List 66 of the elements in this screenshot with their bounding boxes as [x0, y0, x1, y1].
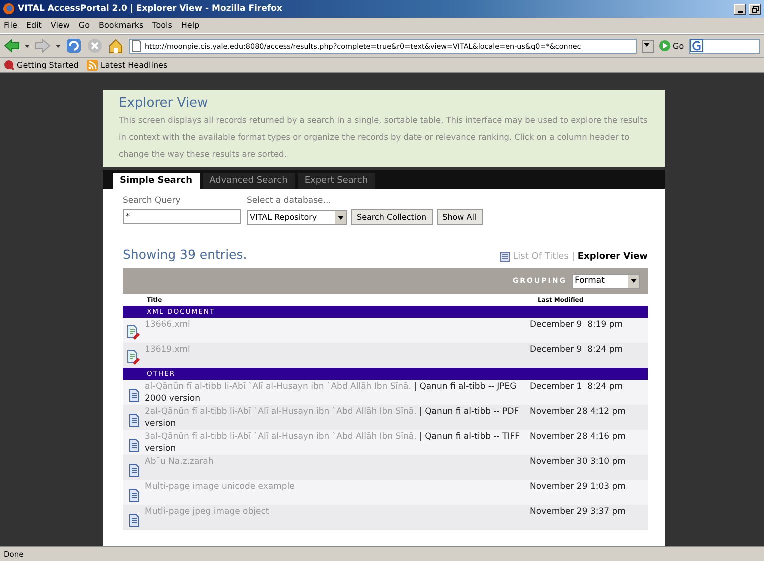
field-label: Select a database... [247, 196, 332, 206]
database-select[interactable]: VITAL Repository [247, 210, 347, 225]
menu-item[interactable]: Go [78, 21, 90, 30]
bookmark-link[interactable]: Latest Headlines [86, 60, 168, 70]
modified-date: November 29 3:37 pm [530, 506, 627, 519]
view-link[interactable]: Explorer View [578, 252, 648, 262]
bookmark-link[interactable]: Getting Started [4, 60, 79, 70]
reload-icon[interactable] [66, 38, 82, 54]
go-button[interactable]: Go [659, 40, 684, 52]
document-icon [128, 389, 140, 402]
search-button[interactable]: Search Collection [351, 209, 433, 225]
window-title: VITAL AccessPortal 2.0 | Explorer View - Mozilla Firefox [18, 4, 282, 14]
caret-icon [338, 216, 344, 220]
document-edit-icon [127, 350, 141, 365]
modified-date: November 28 4:16 pm [530, 431, 627, 444]
document-edit-icon [127, 325, 141, 340]
page-description: This screen displays all records returned by a search in a single, sortable table. This interface may be used to explore the results in context with the available format types or organize the records by date or relevance ranking. Click on a column header to change the way these results are sorted. [119, 114, 649, 161]
stop-icon [87, 38, 103, 54]
search-button[interactable]: Show All [436, 209, 483, 225]
modified-date: December 9 8:24 pm [530, 344, 624, 357]
home-icon[interactable] [108, 38, 124, 54]
search-tab[interactable]: Simple Search [113, 173, 200, 189]
feed-icon [86, 60, 98, 70]
modified-date: November 30 3:10 pm [530, 456, 627, 469]
title-link[interactable]: 2al-Qānūn fī al-tibb li-Abī `Alī al-Husayn ibn `Abd Allāh Ibn Sīnā. | Qanun fi al-tibb -- PDF version [145, 405, 530, 430]
go-icon [659, 40, 671, 52]
grouping-select[interactable]: Format [572, 274, 640, 288]
restore-icon [752, 6, 758, 12]
modified-date: November 28 4:12 pm [530, 406, 627, 419]
menu-item[interactable]: View [50, 21, 70, 30]
dropdown-icon[interactable] [25, 44, 30, 48]
maximize-button[interactable] [749, 4, 761, 14]
minimize-button[interactable] [734, 4, 746, 14]
caret-icon [643, 40, 651, 48]
search-field[interactable] [689, 38, 760, 54]
menu-item[interactable]: Bookmarks [98, 21, 144, 30]
modified-date: December 9 8:19 pm [530, 319, 624, 332]
results-count: Showing 39 entries. [123, 247, 248, 262]
title-link[interactable]: 3al-Qānūn fī al-tibb li-Abī `Alī al-Husayn ibn `Abd Allāh Ibn Sīnā. | Qanun fi al-tibb -- TIFF version [145, 430, 530, 455]
separator: | [572, 252, 575, 262]
document-icon [128, 489, 140, 502]
document-icon [128, 439, 140, 452]
search-query-field[interactable]: * [123, 209, 241, 224]
search-tab[interactable]: Expert Search [298, 173, 376, 189]
history-dropdown[interactable] [642, 40, 654, 52]
menu-item[interactable]: Edit [26, 21, 42, 30]
forward-icon [35, 38, 51, 54]
document-icon [128, 464, 140, 477]
search-tab[interactable]: Advanced Search [202, 173, 295, 189]
menu-item[interactable]: Tools [152, 21, 172, 30]
modified-date: December 1 8:24 pm [530, 381, 624, 394]
document-icon [128, 514, 140, 527]
page-icon [132, 40, 142, 52]
field-label: Search Query [123, 196, 182, 206]
page-title: Explorer View [119, 96, 210, 111]
dropdown-icon[interactable] [56, 44, 61, 48]
bookmark-icon [4, 60, 14, 70]
search-engine-icon [690, 39, 704, 53]
caret-icon [630, 279, 636, 283]
back-icon[interactable] [4, 38, 20, 54]
document-icon [128, 414, 140, 427]
title-link[interactable]: al-Qānūn fī al-tibb li-Abī `Alī al-Husayn ibn `Abd Allāh Ibn Sīnā. | Qanun fi al-tibb -- JPEG 2000 version [145, 380, 530, 405]
menu-item[interactable]: File [4, 21, 18, 30]
list-icon [500, 252, 510, 262]
modified-date: November 29 1:03 pm [530, 481, 627, 494]
menu-item[interactable]: Help [181, 21, 200, 30]
